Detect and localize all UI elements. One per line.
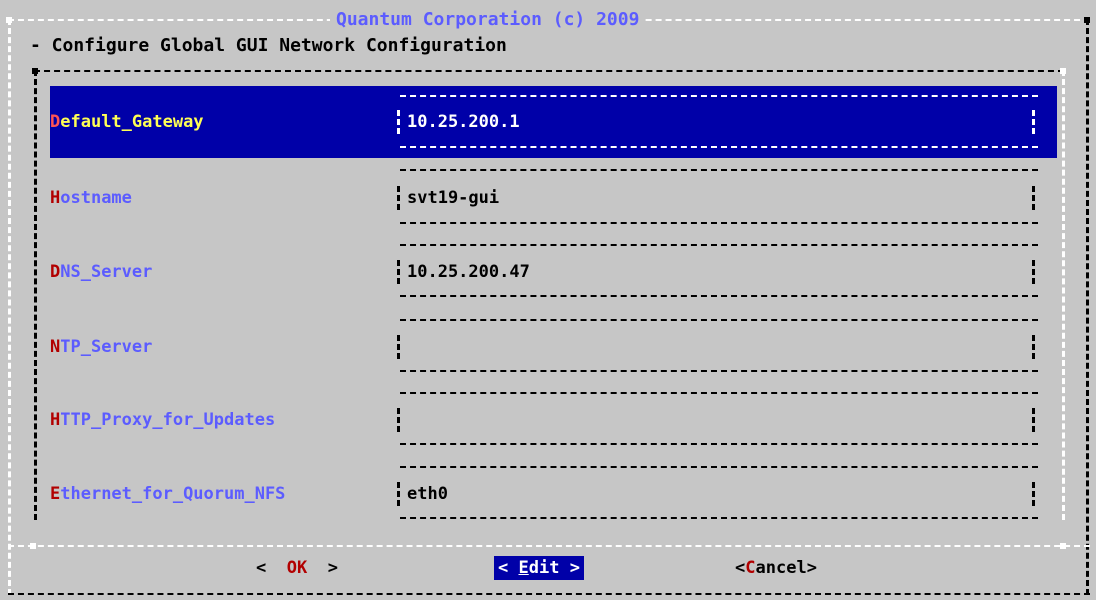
dialog-border-left — [8, 19, 11, 595]
label-default-gateway[interactable]: Default_Gateway — [50, 110, 204, 134]
dialog-border-bottom — [8, 593, 1090, 595]
value-ethernet-quorum-nfs[interactable]: eth0 — [407, 482, 448, 506]
dialog-subtitle: - Configure Global GUI Network Configura… — [30, 35, 507, 56]
form-frame-left — [34, 70, 37, 520]
form-frame-top — [34, 70, 1064, 72]
ok-button[interactable]: < OK > — [256, 556, 338, 580]
separator-mark-left — [30, 543, 36, 549]
label-hostname[interactable]: Hostname — [50, 186, 132, 210]
form-frame-right — [1062, 70, 1065, 520]
corner-top-left — [6, 17, 12, 23]
value-dns-server[interactable]: 10.25.200.47 — [407, 260, 530, 284]
dialog-border-right — [1086, 19, 1089, 595]
form-corner-tl — [32, 68, 38, 74]
dialog-title: Quantum Corporation (c) 2009 — [330, 8, 646, 32]
button-separator — [8, 545, 1090, 547]
separator-mark-right — [1060, 543, 1066, 549]
label-dns-server[interactable]: DNS_Server — [50, 260, 152, 284]
label-http-proxy[interactable]: HTTP_Proxy_for_Updates — [50, 408, 275, 432]
value-default-gateway[interactable]: 10.25.200.1 — [407, 110, 520, 134]
cancel-button[interactable]: <Cancel> — [735, 556, 817, 580]
corner-top-right — [1084, 17, 1090, 23]
edit-button[interactable]: < Edit > — [494, 556, 584, 580]
value-hostname[interactable]: svt19-gui — [407, 186, 499, 210]
form-corner-tr — [1060, 68, 1066, 74]
label-ntp-server[interactable]: NTP_Server — [50, 335, 152, 359]
label-ethernet-quorum-nfs[interactable]: Ethernet_for_Quorum_NFS — [50, 482, 285, 506]
